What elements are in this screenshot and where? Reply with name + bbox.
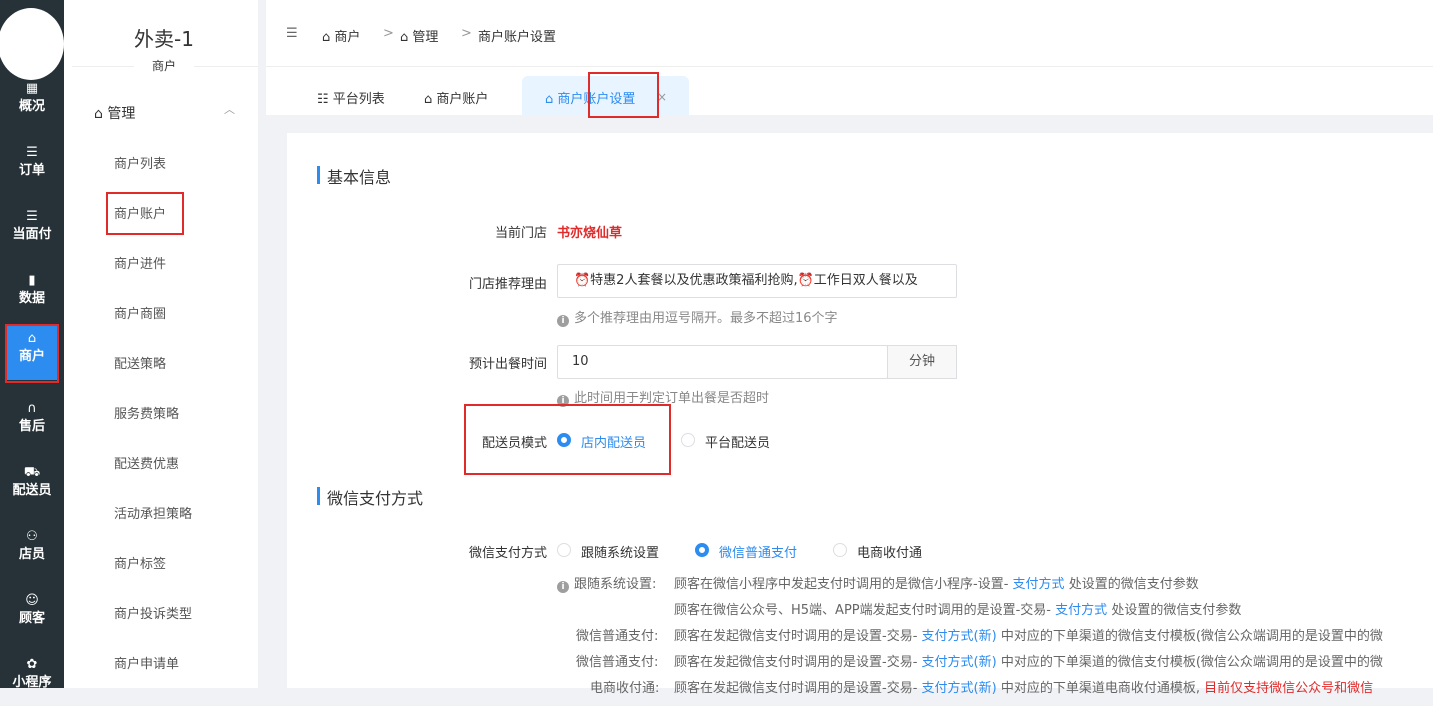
rail-item-customers[interactable]: ☺ 顾客	[0, 588, 64, 642]
store-icon: ⌂	[322, 30, 335, 45]
radio-platform-courier[interactable]	[681, 433, 695, 447]
store-icon: ⌂	[27, 331, 37, 346]
radio-follow-system[interactable]	[557, 543, 571, 557]
rail-item-courier[interactable]: ⛟ 配送员	[0, 460, 64, 514]
sidebar-item-merchant-list[interactable]: 商户列表	[114, 153, 166, 172]
time-label: 预计出餐时间	[468, 357, 547, 372]
sidebar-item-activity-strategy[interactable]: 活动承担策略	[114, 503, 192, 522]
bar-chart-icon: ▮	[28, 273, 36, 288]
desc-line: 顾客在发起微信支付时调用的是设置-交易- 支付方式(新) 中对应的下单渠道的微信…	[674, 655, 1383, 670]
sidebar-item-business-area[interactable]: 商户商圈	[114, 303, 166, 322]
secondary-sidebar: 外卖-1 商户 ⌂ 管理 ︿ 商户列表 商户账户 商户进件 商户商圈 配送策略 …	[64, 0, 266, 688]
desc-head: 电商收付通:	[590, 681, 660, 696]
desc-follow-system: i 跟随系统设置:	[557, 573, 656, 593]
radio-label-wechat-normal[interactable]: 微信普通支付	[719, 542, 797, 561]
info-icon: i	[557, 315, 569, 327]
radio-label-platform-courier[interactable]: 平台配送员	[705, 432, 770, 451]
radio-label-ecommerce[interactable]: 电商收付通	[857, 542, 922, 561]
sidebar-item-merchant-onboarding[interactable]: 商户进件	[114, 253, 166, 272]
breadcrumb-current: 商户账户设置	[478, 30, 557, 45]
desc-line: 顾客在微信小程序中发起支付时调用的是微信小程序-设置- 支付方式 处设置的微信支…	[674, 577, 1199, 592]
time-hint: i 此时间用于判定订单出餐是否超时	[557, 387, 769, 407]
breadcrumb-separator: >	[461, 26, 472, 41]
desc-line: 顾客在微信公众号、H5端、APP端发起支付时调用的是设置-交易- 支付方式 处设…	[674, 603, 1242, 618]
rail-item-orders[interactable]: ☰ 订单	[0, 140, 64, 194]
sidebar-item-delivery-strategy[interactable]: 配送策略	[114, 353, 166, 372]
payment-method-link[interactable]: 支付方式	[1055, 603, 1107, 618]
rail-item-staff[interactable]: ⚇ 店员	[0, 524, 64, 578]
people-icon: ⚇	[26, 529, 38, 544]
desc-line: 顾客在发起微信支付时调用的是设置-交易- 支付方式(新) 中对应的下单渠道电商收…	[674, 681, 1374, 696]
radio-ecommerce[interactable]	[833, 543, 847, 557]
wechat-icon: ✿	[26, 657, 38, 672]
payment-method-new-link[interactable]: 支付方式(新)	[922, 655, 997, 670]
store-icon: ⌂	[424, 92, 437, 107]
app-brand: 外卖-1	[134, 27, 194, 51]
breadcrumb-manage[interactable]: ⌂ 管理	[400, 26, 438, 45]
courier-mode-label: 配送员模式	[481, 436, 547, 451]
section-title-basic: 基本信息	[327, 168, 392, 187]
radio-label-store-courier[interactable]: 店内配送员	[581, 432, 646, 451]
sidebar-item-applications[interactable]: 商户申请单	[114, 653, 179, 672]
breadcrumb-merchant[interactable]: ⌂ 商户	[322, 26, 360, 45]
section-marker	[317, 487, 320, 505]
dashboard-icon: ▦	[25, 81, 39, 96]
info-icon: i	[557, 581, 569, 593]
sidebar-item-merchant-account[interactable]: 商户账户	[114, 203, 166, 222]
section-marker	[317, 166, 320, 184]
avatar[interactable]	[0, 8, 64, 80]
user-circle-icon: ☺	[25, 593, 39, 608]
rail-item-mini-program[interactable]: ✿ 小程序	[0, 652, 64, 706]
rail-item-data[interactable]: ▮ 数据	[0, 268, 64, 322]
tab-merchant-account[interactable]: ⌂ 商户账户	[424, 88, 488, 107]
chevron-up-icon[interactable]: ︿	[224, 101, 235, 117]
sidebar-item-service-fee[interactable]: 服务费策略	[114, 403, 179, 422]
icon-rail: ▦ 概况 ☰ 订单 ☰ 当面付 ▮ 数据 ⌂ 商户 ∩ 售后 ⛟ 配送员 ⚇ 店员 ☺ 顾客 ✿ 小…	[0, 0, 64, 690]
payment-method-new-link[interactable]: 支付方式(新)	[922, 629, 997, 644]
tab-platform-list[interactable]: ☷ 平台列表	[317, 88, 385, 107]
prep-time-input[interactable]: 10	[557, 345, 888, 379]
rail-item-overview[interactable]: ▦ 概况	[0, 76, 64, 130]
payment-method-link[interactable]: 支付方式	[1013, 577, 1065, 592]
reason-input[interactable]: ⏰特惠2人套餐以及优惠政策福利抢购,⏰工作日双人餐以及	[557, 264, 957, 298]
menu-group-manage[interactable]: ⌂ 管理	[94, 103, 135, 123]
desc-head: 微信普通支付:	[576, 629, 659, 644]
divider	[258, 0, 266, 688]
unit-minutes: 分钟	[887, 345, 957, 379]
list-icon: ☰	[26, 145, 38, 160]
store-icon: ⌂	[94, 106, 108, 122]
truck-icon: ⛟	[23, 465, 41, 480]
headset-icon: ∩	[27, 401, 37, 416]
payment-method-new-link[interactable]: 支付方式(新)	[922, 681, 997, 696]
store-name: 书亦烧仙草	[557, 226, 623, 241]
store-icon: ⌂	[545, 92, 558, 107]
list-icon: ☷	[317, 92, 333, 107]
rail-item-merchant[interactable]: ⌂ 商户	[7, 326, 57, 380]
store-label: 当前门店	[494, 226, 547, 241]
rail-item-face-pay[interactable]: ☰ 当面付	[0, 204, 64, 258]
section-title-wechat-pay: 微信支付方式	[327, 489, 424, 508]
radio-store-courier[interactable]	[557, 433, 571, 447]
reason-label: 门店推荐理由	[468, 277, 547, 292]
sidebar-item-merchant-tags[interactable]: 商户标签	[114, 553, 166, 572]
desc-line: 顾客在发起微信支付时调用的是设置-交易- 支付方式(新) 中对应的下单渠道的微信…	[674, 629, 1383, 644]
close-icon[interactable]: ×	[657, 90, 667, 104]
reason-hint: i 多个推荐理由用逗号隔开。最多不超过16个字	[557, 307, 838, 327]
app-brand-subtitle: 商户	[134, 57, 194, 74]
breadcrumb-separator: >	[383, 26, 394, 41]
sidebar-item-delivery-discount[interactable]: 配送费优惠	[114, 453, 179, 472]
rail-item-after-sales[interactable]: ∩ 售后	[0, 396, 64, 450]
list-icon: ☰	[26, 209, 38, 224]
info-icon: i	[557, 395, 569, 407]
wechat-pay-label: 微信支付方式	[468, 546, 547, 561]
radio-wechat-normal[interactable]	[695, 543, 709, 557]
top-bar	[266, 0, 1433, 67]
radio-label-follow-system[interactable]: 跟随系统设置	[581, 542, 659, 561]
tab-merchant-account-settings[interactable]: ⌂ 商户账户设置	[545, 88, 635, 107]
collapse-menu-icon[interactable]: ☰	[286, 26, 298, 41]
desc-head: 微信普通支付:	[576, 655, 659, 670]
store-icon: ⌂	[400, 30, 413, 45]
sidebar-item-complaint-types[interactable]: 商户投诉类型	[114, 603, 192, 622]
